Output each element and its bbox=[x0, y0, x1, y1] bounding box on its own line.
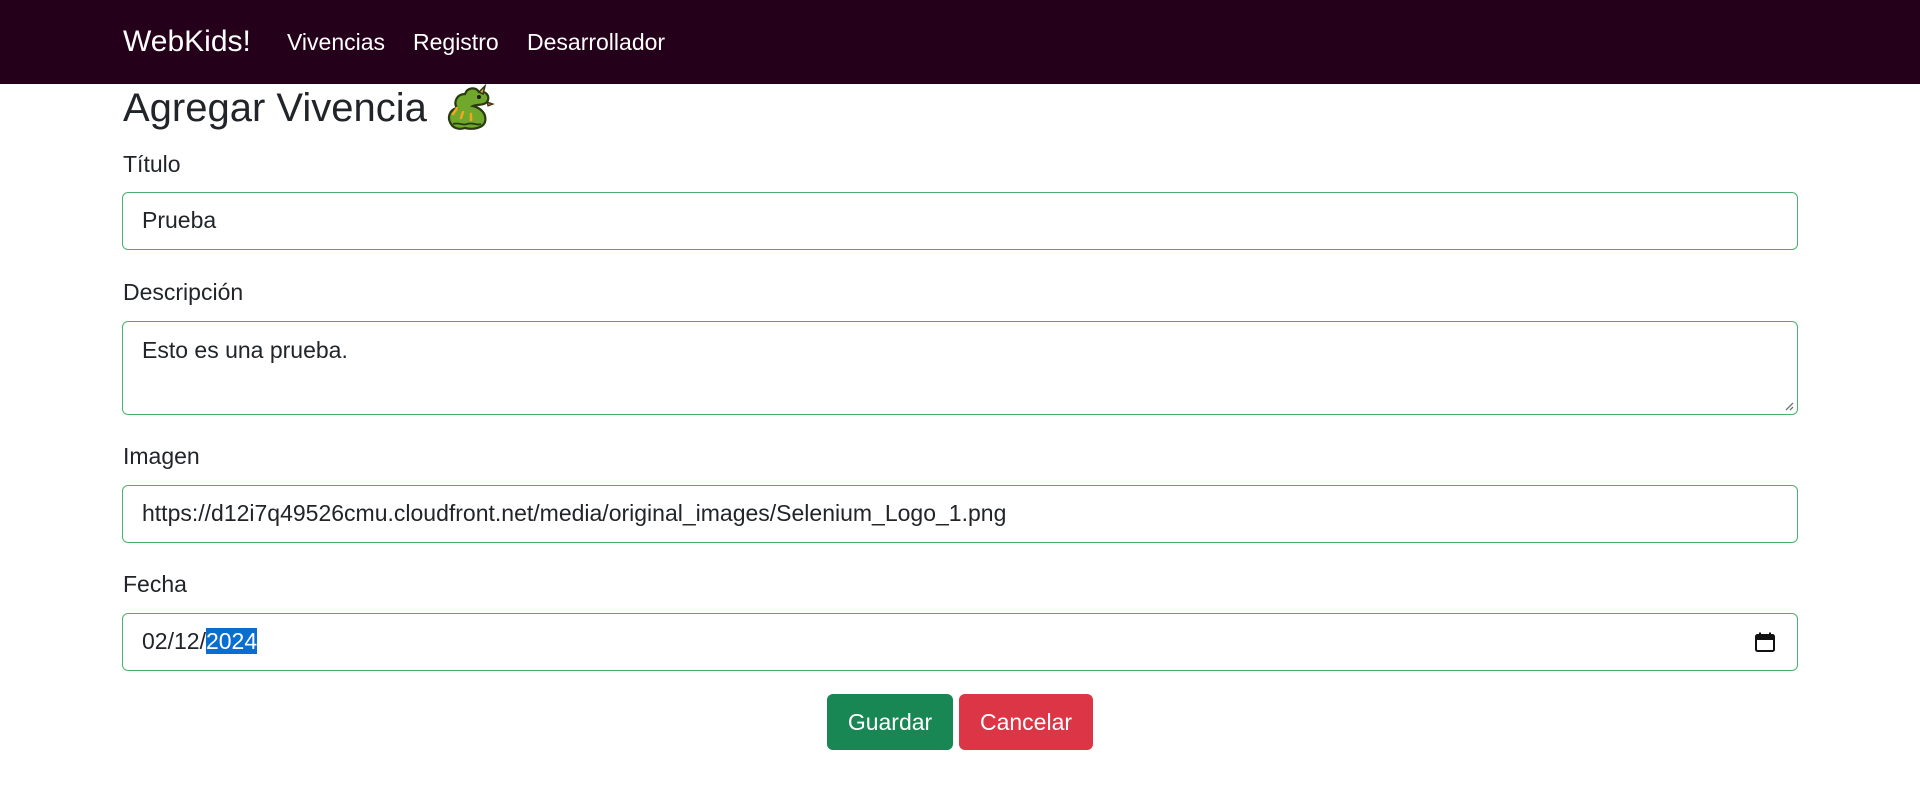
fecha-month[interactable]: 02 bbox=[142, 628, 168, 654]
fecha-label: Fecha bbox=[123, 571, 187, 597]
fecha-date-input[interactable]: 02/12/2024 bbox=[122, 613, 1798, 671]
page-title: Agregar Vivencia bbox=[123, 84, 495, 132]
brand-link[interactable]: WebKids! bbox=[123, 25, 251, 59]
titulo-input[interactable]: Prueba bbox=[122, 192, 1798, 250]
titulo-label: Título bbox=[123, 151, 181, 177]
descripcion-value: Esto es una prueba. bbox=[142, 337, 348, 363]
descripcion-label: Descripción bbox=[123, 279, 244, 305]
imagen-label: Imagen bbox=[123, 443, 200, 469]
nav-link-desarrollador[interactable]: Desarrollador bbox=[527, 29, 665, 55]
dragon-icon bbox=[447, 84, 495, 130]
descripcion-textarea[interactable]: Esto es una prueba. bbox=[122, 321, 1798, 415]
nav-link-vivencias[interactable]: Vivencias bbox=[287, 29, 385, 55]
imagen-value: https://d12i7q49526cmu.cloudfront.net/me… bbox=[142, 500, 1007, 526]
titulo-value: Prueba bbox=[142, 207, 217, 233]
save-button[interactable]: Guardar bbox=[827, 694, 953, 750]
top-navbar: WebKids! Vivencias Registro Desarrollado… bbox=[0, 0, 1920, 84]
imagen-input[interactable]: https://d12i7q49526cmu.cloudfront.net/me… bbox=[122, 485, 1798, 543]
fecha-day[interactable]: 12 bbox=[174, 628, 200, 654]
calendar-icon[interactable] bbox=[1754, 631, 1776, 653]
nav-link-registro[interactable]: Registro bbox=[413, 29, 499, 55]
fecha-separator: / bbox=[199, 628, 206, 654]
resize-handle-icon[interactable] bbox=[1782, 399, 1794, 411]
fecha-year[interactable]: 2024 bbox=[205, 628, 258, 654]
page-title-text: Agregar Vivencia bbox=[123, 86, 427, 130]
cancel-button[interactable]: Cancelar bbox=[959, 694, 1093, 750]
